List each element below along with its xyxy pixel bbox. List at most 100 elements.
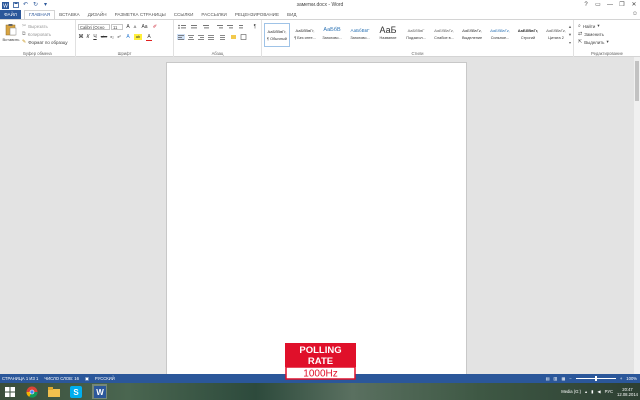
align-center-icon [188,35,194,40]
word-icon[interactable]: W [92,384,107,399]
zoom-slider[interactable] [575,376,616,381]
restore-button[interactable]: ❐ [618,0,626,10]
document-page[interactable] [166,62,467,382]
tab-view[interactable]: ВИД [283,10,300,19]
clock[interactable]: 20:47 12.08.2014 [617,387,638,397]
minimize-button[interactable]: — [606,0,614,10]
volume-icon[interactable]: ◀ [597,389,600,394]
close-button[interactable]: ✕ [630,0,638,10]
system-tray: Media (G:) ▴ ▮ ◀ РУС 20:47 12.08.2014 [561,383,638,400]
style-subtle-emphasis[interactable]: АаБбВвГг, Слабое в... [431,23,457,47]
style-preview: АаБбВвГг, [546,28,566,33]
styles-scroll[interactable]: ▲ ▼ ▾ [568,23,572,47]
superscript-button[interactable]: x² [116,34,122,40]
windows-start-icon[interactable] [2,384,17,399]
paste-button[interactable]: Вставить [2,23,20,42]
scroll-up-icon[interactable]: ▲ [568,23,572,31]
format-painter-label: Формат по образцу [28,39,68,45]
vertical-scrollbar[interactable] [634,57,640,374]
chevron-up-icon[interactable]: ▴ [585,389,587,394]
style-intense-emphasis[interactable]: АаБбВвГг, Сильное... [487,23,513,47]
help-button[interactable]: ? [582,0,590,10]
cut-label: Вырезать [28,23,48,29]
tab-mailings[interactable]: РАССЫЛКИ [197,10,230,19]
style-emphasis[interactable]: АаБбВвГг, Выделение [459,23,485,47]
svg-text:S: S [73,388,79,397]
tray-drive-label[interactable]: Media (G:) [561,389,581,394]
style-normal[interactable]: АаБбВвГг, ¶ Обычный [264,23,290,47]
style-no-spacing[interactable]: АаБбВвГг, ¶ Без инте... [292,23,318,47]
style-title[interactable]: АаБ Название [375,23,401,47]
scrollbar-thumb[interactable] [635,61,639,101]
tab-design[interactable]: ДИЗАЙН [84,10,111,19]
text-effects-button[interactable]: A [125,34,131,40]
clear-formatting-button[interactable]: ✐ [152,24,158,30]
bold-button[interactable]: Ж [78,34,84,40]
paragraph-group: ¶ Абзац [174,20,262,57]
font-name-select[interactable]: Calibri (Осно [78,24,110,30]
zoom-out-button[interactable]: − [569,374,571,383]
font-size-select[interactable]: 11 [111,24,123,30]
subscript-button[interactable]: x₂ [109,34,115,40]
user-account-icon[interactable]: ☺ [632,10,638,19]
replace-button[interactable]: ⇄ Заменить [578,31,604,37]
network-icon[interactable]: ▮ [591,389,593,394]
more-styles-icon[interactable]: ▾ [568,39,572,47]
tab-insert[interactable]: ВСТАВКА [55,10,84,19]
select-button[interactable]: ⇱ Выделить ▾ [578,39,609,45]
window-title: заметки.docx - Word [296,2,344,8]
find-label: Найти [582,23,596,29]
tab-page-layout[interactable]: РАЗМЕТКА СТРАНИЦЫ [111,10,170,19]
multilevel-list-icon [203,25,209,29]
paragraph-controls[interactable] [177,24,257,44]
page-count[interactable]: СТРАНИЦА 1 ИЗ 1 [2,374,38,383]
highlight-button[interactable]: ab [134,34,142,40]
ribbon: Вставить ✂ Вырезать ⧉ Копировать ✎ Форма… [0,19,640,57]
style-preview: АаБбВвГг, [434,28,454,33]
zoom-level[interactable]: 100% [626,374,637,383]
zoom-slider-knob[interactable] [594,376,597,381]
style-quote[interactable]: АаБбВвГг, Цитата 2 [543,23,569,47]
ribbon-display-button[interactable]: ▭ [594,0,602,10]
align-left-icon [177,34,185,40]
web-layout-icon[interactable]: ▦ [561,374,565,383]
strikethrough-button[interactable]: abc [100,34,108,40]
chevron-down-icon: ▾ [606,39,609,44]
tab-references[interactable]: ССЫЛКИ [170,10,198,19]
chrome-icon[interactable] [24,384,39,399]
style-name: Цитата 2 [548,36,564,40]
tab-home[interactable]: ГЛАВНАЯ [24,10,56,19]
show-formatting-marks-button[interactable]: ¶ [252,24,258,30]
style-heading-2[interactable]: АаБбВвГ Заголово... [347,23,373,47]
keyboard-language[interactable]: РУС [605,389,613,394]
editing-group: ⌕ Найти ▾ ⇄ Заменить ⇱ Выделить ▾ Редакт… [574,20,640,57]
cut-button[interactable]: ✂ Вырезать [22,23,48,29]
proofing-icon[interactable]: ▣ [85,374,89,383]
tab-file[interactable]: ФАЙЛ [0,10,21,19]
paintbrush-icon: ✎ [22,39,27,45]
style-heading-1[interactable]: АаБбВ Заголово... [319,23,345,47]
zoom-in-button[interactable]: + [620,374,622,383]
change-case-button[interactable]: Aa [140,24,149,30]
copy-button[interactable]: ⧉ Копировать [22,31,51,37]
grow-font-button[interactable]: A [125,24,131,30]
skype-icon[interactable]: S [68,384,83,399]
italic-button[interactable]: К [85,34,91,40]
font-color-button[interactable]: A [146,34,152,41]
paragraph-group-label: Абзац [211,51,224,56]
underline-button[interactable]: Ч [92,34,98,40]
print-layout-icon[interactable]: ▥ [553,374,557,383]
scroll-down-icon[interactable]: ▼ [568,31,572,39]
read-mode-icon[interactable]: ▤ [545,374,549,383]
style-strong[interactable]: АаБбВвГг, Строгий [515,23,541,47]
format-painter-button[interactable]: ✎ Формат по образцу [22,39,68,45]
language-indicator[interactable]: РУССКИЙ [95,374,115,383]
file-explorer-icon[interactable] [46,384,61,399]
select-icon: ⇱ [578,39,583,45]
tab-review[interactable]: РЕЦЕНЗИРОВАНИЕ [231,10,283,19]
style-subtitle[interactable]: АаБбВвГ Подзагол... [403,23,429,47]
word-count[interactable]: ЧИСЛО СЛОВ: 16 [44,374,79,383]
find-button[interactable]: ⌕ Найти ▾ [578,23,600,29]
shrink-font-button[interactable]: A [132,24,138,30]
styles-group: АаБбВвГг, ¶ Обычный АаБбВвГг, ¶ Без инте… [262,20,574,57]
